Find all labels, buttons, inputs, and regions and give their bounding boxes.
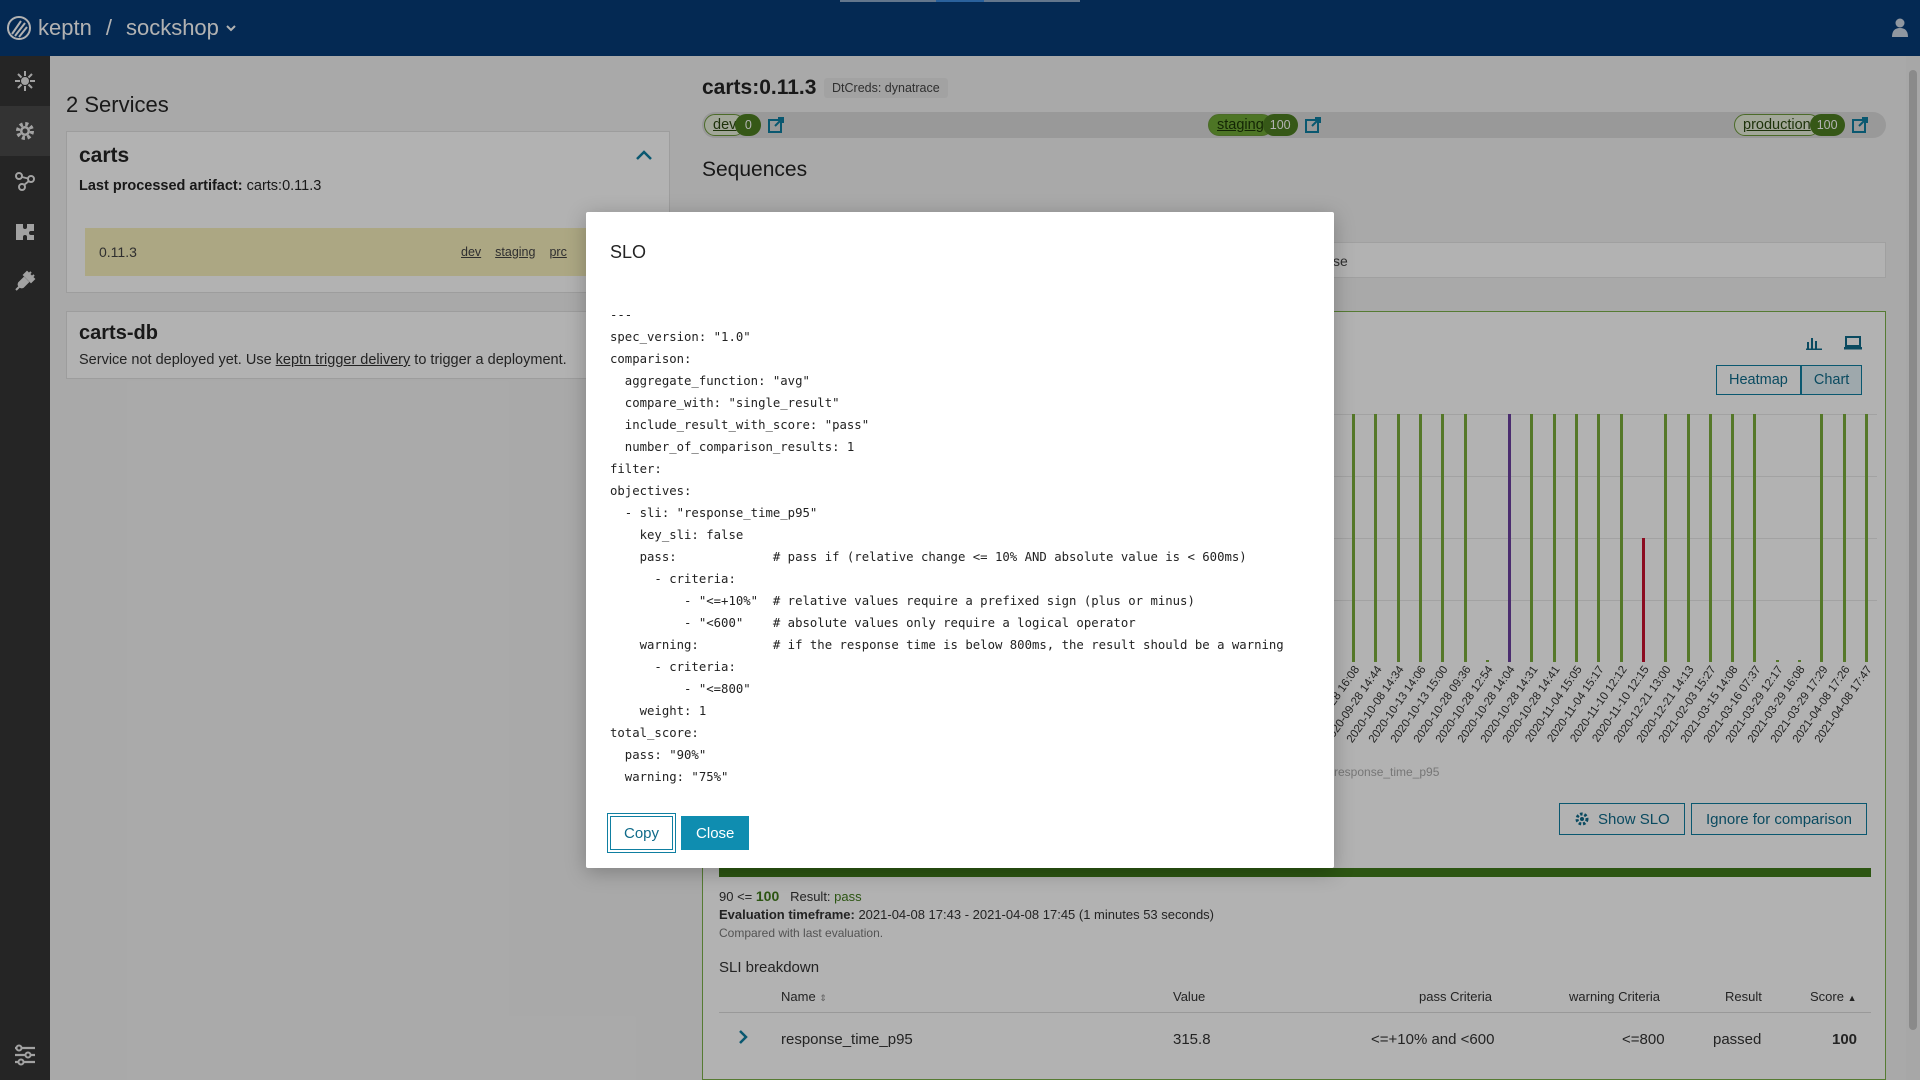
dialog-actions: Copy Close <box>606 813 750 853</box>
slo-dialog: SLO --- spec_version: "1.0" comparison: … <box>586 212 1334 868</box>
close-button[interactable]: Close <box>681 816 750 850</box>
slo-content: --- spec_version: "1.0" comparison: aggr… <box>610 308 1284 784</box>
dialog-title: SLO <box>610 242 647 262</box>
copy-button[interactable]: Copy <box>606 813 677 853</box>
